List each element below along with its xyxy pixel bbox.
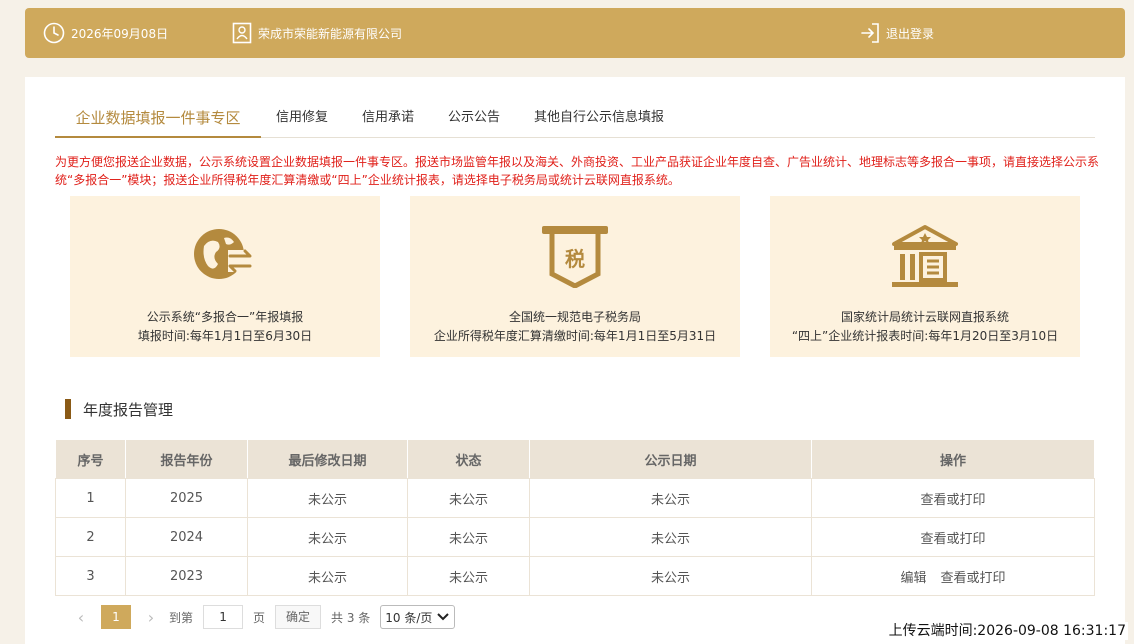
cell-no: 2: [55, 517, 126, 557]
title-marker: [65, 399, 71, 419]
next-page-button[interactable]: ›: [141, 608, 161, 627]
goto-label: 到第: [169, 610, 194, 625]
cell-publish-date: 未公示: [529, 478, 812, 518]
cell-modified: 未公示: [247, 556, 408, 596]
cell-actions: 查看或打印: [811, 517, 1095, 557]
cell-publish-date: 未公示: [529, 517, 812, 557]
table-row: 1 2025 未公示 未公示 未公示 查看或打印: [55, 478, 1095, 518]
cell-modified: 未公示: [247, 517, 408, 557]
logout-button[interactable]: 退出登录: [860, 8, 934, 58]
card-statistics[interactable]: 国家统计局统计云联网直报系统 “四上”企业统计报表时间:每年1月20日至3月10…: [770, 196, 1080, 357]
table-row: 2 2024 未公示 未公示 未公示 查看或打印: [55, 517, 1095, 557]
globe-exchange-icon: [194, 229, 254, 279]
tab-credit-commitment[interactable]: 信用承诺: [362, 99, 414, 137]
table-header-row: 序号 报告年份 最后修改日期 状态 公示日期 操作: [55, 439, 1095, 479]
tab-credit-repair[interactable]: 信用修复: [276, 99, 328, 137]
col-modified: 最后修改日期: [247, 439, 408, 479]
section-title: 年度报告管理: [65, 398, 173, 420]
section-title-text: 年度报告管理: [83, 400, 174, 419]
annual-report-table: 序号 报告年份 最后修改日期 状态 公示日期 操作 1 2025 未公示 未公示…: [55, 439, 1095, 596]
col-year: 报告年份: [125, 439, 248, 479]
pagination: ‹ 1 › 到第 1 页 确定 共 3 条 10 条/页: [71, 605, 456, 629]
card-subtitle: 企业所得税年度汇算清缴时间:每年1月1日至5月31日: [433, 329, 717, 343]
cell-status: 未公示: [407, 478, 530, 518]
view-print-link[interactable]: 查看或打印: [941, 571, 1006, 586]
tax-icon: 税: [542, 226, 608, 288]
logout-icon: [861, 23, 879, 43]
goto-confirm-button[interactable]: 确定: [275, 605, 322, 629]
card-subtitle: “四上”企业统计报表时间:每年1月20日至3月10日: [791, 329, 1059, 343]
current-date: 2026年09月08日: [71, 26, 169, 41]
prev-page-button[interactable]: ‹: [71, 608, 91, 627]
cell-actions: 查看或打印: [811, 478, 1095, 518]
company-item: 荣成市荣能新能源有限公司: [232, 8, 402, 58]
col-publish-date: 公示日期: [529, 439, 812, 479]
top-header: 2026年09月08日 荣成市荣能新能源有限公司 退出登录: [25, 8, 1125, 58]
notice-text: 为更方便您报送企业数据，公示系统设置企业数据填报一件事专区。报送市场监管年报以及…: [55, 155, 1100, 187]
tab-public-notice[interactable]: 公示公告: [448, 99, 500, 137]
page-size-select[interactable]: 10 条/页: [380, 605, 456, 629]
col-actions: 操作: [811, 439, 1095, 479]
card-annual-report[interactable]: 公示系统“多报合一”年报填报 填报时间:每年1月1日至6月30日: [70, 196, 380, 357]
col-status: 状态: [407, 439, 530, 479]
cell-status: 未公示: [407, 556, 530, 596]
cell-year: 2025: [125, 478, 248, 518]
table-row: 3 2023 未公示 未公示 未公示 编辑 查看或打印: [55, 556, 1095, 596]
tax-icon-text: 税: [565, 247, 585, 271]
chevron-down-icon: [437, 613, 450, 621]
cell-no: 3: [55, 556, 126, 596]
cell-actions: 编辑 查看或打印: [811, 556, 1095, 596]
view-print-link[interactable]: 查看或打印: [920, 493, 985, 508]
card-subtitle: 填报时间:每年1月1日至6月30日: [137, 329, 313, 343]
page-unit-label: 页: [253, 610, 266, 625]
card-title: 国家统计局统计云联网直报系统: [840, 310, 1009, 324]
company-name: 荣成市荣能新能源有限公司: [258, 26, 403, 41]
cell-status: 未公示: [407, 517, 530, 557]
tab-other-disclosure[interactable]: 其他自行公示信息填报: [534, 99, 664, 137]
card-title: 全国统一规范电子税务局: [508, 310, 641, 324]
card-title: 公示系统“多报合一”年报填报: [146, 310, 304, 324]
government-building-icon: [892, 225, 958, 287]
date-item: 2026年09月08日: [43, 8, 168, 58]
cell-year: 2023: [125, 556, 248, 596]
upload-time: 上传云端时间:2026-09-08 16:31:17: [886, 622, 1128, 640]
cell-year: 2024: [125, 517, 248, 557]
cell-no: 1: [55, 478, 126, 518]
total-count: 共 3 条: [331, 610, 371, 625]
edit-link[interactable]: 编辑: [900, 571, 926, 586]
page-size-value: 10 条/页: [385, 610, 433, 625]
main-panel: 企业数据填报一件事专区 信用修复 信用承诺 公示公告 其他自行公示信息填报 为更…: [25, 77, 1125, 644]
tab-data-filing[interactable]: 企业数据填报一件事专区: [55, 99, 261, 138]
col-no: 序号: [55, 439, 126, 479]
logout-label: 退出登录: [886, 26, 935, 41]
goto-page-input[interactable]: 1: [203, 605, 244, 629]
cell-modified: 未公示: [247, 478, 408, 518]
cell-publish-date: 未公示: [529, 556, 812, 596]
tab-bar: 企业数据填报一件事专区 信用修复 信用承诺 公示公告 其他自行公示信息填报: [55, 99, 1095, 138]
card-tax-bureau[interactable]: 税 全国统一规范电子税务局 企业所得税年度汇算清缴时间:每年1月1日至5月31日: [410, 196, 740, 357]
view-print-link[interactable]: 查看或打印: [920, 532, 985, 547]
clock-icon: [43, 22, 65, 44]
id-card-icon: [232, 22, 252, 44]
current-page-button[interactable]: 1: [101, 605, 131, 629]
